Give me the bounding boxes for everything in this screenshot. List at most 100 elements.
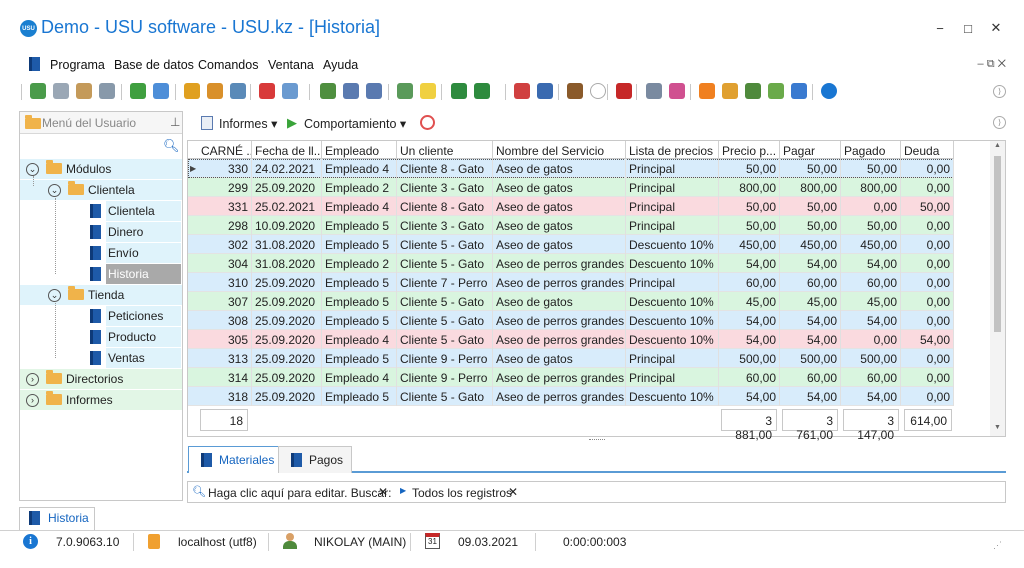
tree-item[interactable]: Dinero: [90, 222, 181, 242]
tree-item[interactable]: Envío: [90, 243, 181, 263]
search-icon[interactable]: 🔍︎: [163, 138, 180, 154]
table-row[interactable]: 299 25.09.2020 Empleado 2 Cliente 3 - Gato A…: [188, 178, 954, 197]
table-row[interactable]: 304 31.08.2020 Empleado 2 Cliente 5 - Gato A…: [188, 254, 954, 273]
forward-icon[interactable]: [590, 83, 606, 99]
table-row[interactable]: 298 10.09.2020 Empleado 5 Cliente 3 - Gato A…: [188, 216, 954, 235]
reports-dropdown[interactable]: Informes ▾: [219, 116, 277, 131]
rss-icon[interactable]: [699, 83, 715, 99]
collapse-icon[interactable]: ⌄: [26, 163, 39, 176]
menu-ayuda[interactable]: Ayuda: [323, 58, 358, 72]
column-header[interactable]: Pagar: [780, 141, 841, 159]
window-icon[interactable]: [537, 83, 553, 99]
tree-item-label: Directorios: [66, 372, 124, 386]
delete-icon[interactable]: [99, 83, 115, 99]
maximize-button[interactable]: □: [958, 18, 978, 38]
new-window-icon[interactable]: [514, 83, 530, 99]
clear-search-icon[interactable]: ✕: [378, 485, 388, 499]
table-row[interactable]: 302 31.08.2020 Empleado 5 Cliente 5 - Gato A…: [188, 235, 954, 254]
import-excel-icon[interactable]: [474, 83, 490, 99]
resize-grip-icon[interactable]: ⋰: [993, 540, 1002, 551]
add-column-icon[interactable]: [320, 83, 336, 99]
users-icon[interactable]: [768, 83, 784, 99]
column-header[interactable]: Deuda: [901, 141, 954, 159]
settings-icon[interactable]: [646, 83, 662, 99]
filter-sort-icon[interactable]: [207, 83, 223, 99]
toolbar-overflow-icon[interactable]: ⟩: [993, 85, 1006, 98]
scroll-down-icon[interactable]: ▼: [994, 424, 1001, 431]
user-icon[interactable]: [745, 83, 761, 99]
column-header[interactable]: CARNÉ ...: [198, 141, 252, 159]
flag-icon[interactable]: [259, 83, 275, 99]
table-row[interactable]: 318 25.09.2020 Empleado 5 Cliente 5 - Gato A…: [188, 387, 954, 406]
collapse-icon[interactable]: ⌄: [48, 289, 61, 302]
calendar-icon[interactable]: [616, 83, 632, 99]
column-header[interactable]: Nombre del Servicio: [493, 141, 626, 159]
lock-icon[interactable]: [722, 83, 738, 99]
filter-all-records[interactable]: Todos los registros: [412, 486, 512, 500]
tree-item[interactable]: ⌄ Tienda: [20, 285, 182, 305]
filter-check-icon[interactable]: [230, 83, 246, 99]
mdi-window-controls[interactable]: – ⧉ ✕: [978, 58, 1006, 71]
palette-icon[interactable]: [669, 83, 685, 99]
tree-item[interactable]: › Informes: [20, 390, 182, 410]
tab-pagos[interactable]: Pagos: [278, 446, 353, 473]
tree-item[interactable]: Clientela: [90, 201, 181, 221]
table-row[interactable]: 314 25.09.2020 Empleado 4 Cliente 9 - Perro…: [188, 368, 954, 387]
tree-item[interactable]: Producto: [90, 327, 181, 347]
add-group-icon[interactable]: [397, 83, 413, 99]
copy-icon[interactable]: [53, 83, 69, 99]
menu-ventana[interactable]: Ventana: [268, 58, 314, 72]
refresh-icon[interactable]: [420, 115, 435, 130]
table-row[interactable]: 305 25.09.2020 Empleado 4 Cliente 5 - Gato A…: [188, 330, 954, 349]
tree-item[interactable]: Historia: [90, 264, 181, 284]
column-header[interactable]: Precio p...: [719, 141, 780, 159]
table-row[interactable]: 310 25.09.2020 Empleado 5 Cliente 7 - Perro…: [188, 273, 954, 292]
splitter-handle[interactable]: [589, 439, 605, 441]
menu-programa[interactable]: Programa: [50, 58, 105, 72]
tree-item[interactable]: › Directorios: [20, 369, 182, 389]
column-header[interactable]: Empleado: [322, 141, 397, 159]
exit-icon[interactable]: [567, 83, 583, 99]
table-row[interactable]: 307 25.09.2020 Empleado 5 Cliente 5 - Gato A…: [188, 292, 954, 311]
recalc-icon[interactable]: [30, 83, 46, 99]
collapse-panel-icon[interactable]: ⟩: [993, 116, 1006, 129]
table-row[interactable]: 331 25.02.2021 Empleado 4 Cliente 8 - Gato A…: [188, 197, 954, 216]
tree-item[interactable]: Ventas: [90, 348, 181, 368]
image-icon[interactable]: [282, 83, 298, 99]
export-excel-icon[interactable]: [451, 83, 467, 99]
column-header[interactable]: Un cliente: [397, 141, 493, 159]
edit-icon[interactable]: [76, 83, 92, 99]
table-row[interactable]: 330 24.02.2021 Empleado 4 Cliente 8 - Gato A…: [188, 159, 954, 178]
expand-icon[interactable]: ›: [26, 373, 39, 386]
table-cell: 45,00: [780, 292, 841, 311]
collapse-up-icon[interactable]: [366, 83, 382, 99]
search-icon[interactable]: [153, 83, 169, 99]
menu-comandos[interactable]: Comandos: [198, 58, 258, 72]
close-button[interactable]: ✕: [986, 18, 1006, 38]
tools-icon[interactable]: [791, 83, 807, 99]
tree-item[interactable]: ⌄ Clientela: [20, 180, 182, 200]
column-header[interactable]: Pagado: [841, 141, 901, 159]
menu-base-de-datos[interactable]: Base de datos: [114, 58, 194, 72]
tree-item[interactable]: ⌄ Módulos: [20, 159, 182, 179]
minimize-button[interactable]: −: [930, 18, 950, 38]
tab-materiales[interactable]: Materiales: [188, 446, 284, 473]
column-header[interactable]: Lista de precios: [626, 141, 719, 159]
behavior-dropdown[interactable]: Comportamiento ▾: [304, 116, 406, 131]
expand-down-icon[interactable]: [343, 83, 359, 99]
clear-filter-icon[interactable]: ✕: [508, 485, 518, 499]
collapse-icon[interactable]: ⌄: [48, 184, 61, 197]
scrollbar-thumb[interactable]: [994, 156, 1001, 332]
pin-icon[interactable]: ⊥: [170, 115, 180, 129]
table-row[interactable]: 313 25.09.2020 Empleado 5 Cliente 9 - Perro…: [188, 349, 954, 368]
column-header[interactable]: Fecha de ll...: [252, 141, 322, 159]
scroll-up-icon[interactable]: ▲: [994, 142, 1001, 149]
filter-edit-hint[interactable]: Haga clic aquí para editar. Buscar:: [208, 486, 391, 500]
tree-item[interactable]: Peticiones: [90, 306, 181, 326]
note-icon[interactable]: [420, 83, 436, 99]
info-icon[interactable]: [821, 83, 837, 99]
refresh-icon[interactable]: [130, 83, 146, 99]
table-row[interactable]: 308 25.09.2020 Empleado 5 Cliente 5 - Gato A…: [188, 311, 954, 330]
filter-icon[interactable]: [184, 83, 200, 99]
expand-icon[interactable]: ›: [26, 394, 39, 407]
